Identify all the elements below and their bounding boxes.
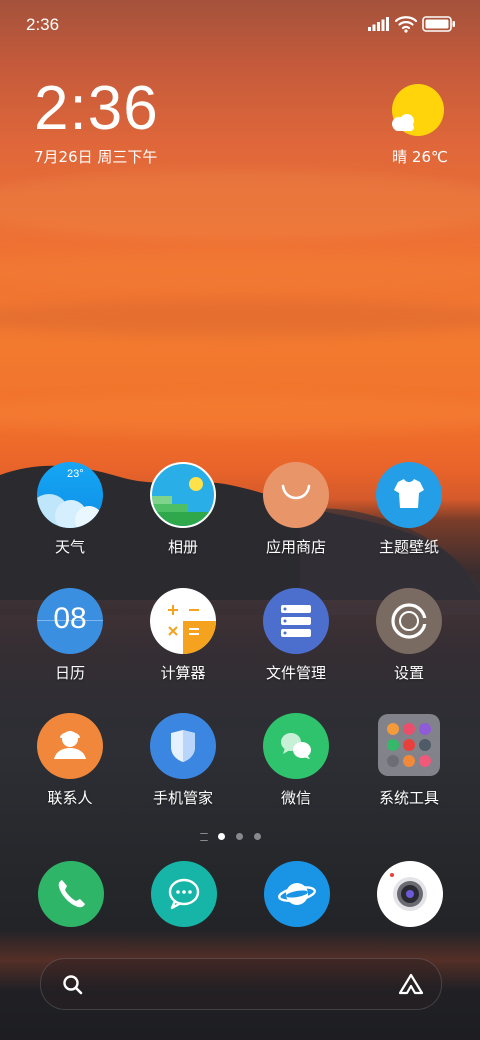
cloud-icon <box>392 114 414 131</box>
page-list-icon <box>200 833 208 841</box>
app-calendar[interactable]: 08 日历 <box>20 588 120 688</box>
settings-icon <box>376 588 442 654</box>
browser-icon <box>278 883 316 905</box>
weather-widget[interactable]: 晴 26℃ <box>380 84 460 174</box>
page-dot <box>254 833 261 840</box>
app-settings[interactable]: 设置 <box>359 588 459 688</box>
search-bar[interactable] <box>40 958 442 1010</box>
weather-text: 晴 26℃ <box>392 148 448 166</box>
app-label: 应用商店 <box>265 538 326 556</box>
weather-app-icon: 23° <box>37 462 103 528</box>
status-time: 2:36 <box>26 15 60 34</box>
page-indicator[interactable] <box>200 829 280 843</box>
wechat-icon <box>263 713 329 779</box>
app-label: 设置 <box>393 664 424 682</box>
assistant-icon[interactable] <box>397 972 425 996</box>
security-icon <box>150 713 216 779</box>
app-label: 计算器 <box>160 664 206 682</box>
dock-browser[interactable] <box>264 861 330 927</box>
clock-widget[interactable]: 2:36 7月26日 周三下午 <box>34 78 234 178</box>
search-icon[interactable] <box>61 973 85 997</box>
folder-icon <box>378 714 440 776</box>
app-label: 日历 <box>54 664 85 682</box>
page-dot <box>236 833 243 840</box>
app-label: 主题壁纸 <box>378 538 439 556</box>
wifi-icon <box>395 16 417 33</box>
gallery-icon <box>150 462 216 528</box>
signal-icon <box>368 17 389 31</box>
calculator-icon <box>150 588 216 654</box>
dock-messages[interactable] <box>151 861 217 927</box>
dock-phone[interactable] <box>38 861 104 927</box>
app-label: 手机管家 <box>152 789 213 807</box>
app-themes[interactable]: 主题壁纸 <box>359 462 459 562</box>
app-label: 系统工具 <box>378 789 439 807</box>
phone-icon <box>58 880 85 908</box>
battery-icon <box>422 16 455 32</box>
calendar-date: 08 <box>53 602 87 635</box>
messages-icon <box>168 878 200 910</box>
app-security[interactable]: 手机管家 <box>133 713 233 813</box>
app-calculator[interactable]: 计算器 <box>133 588 233 688</box>
app-file-manager[interactable]: 文件管理 <box>246 588 346 688</box>
file-manager-icon <box>263 588 329 654</box>
app-wechat[interactable]: 微信 <box>246 713 346 813</box>
app-store-icon <box>263 462 329 528</box>
app-contacts[interactable]: 联系人 <box>20 713 120 813</box>
contacts-icon <box>37 713 103 779</box>
clock-date: 7月26日 周三下午 <box>34 148 158 166</box>
app-gallery[interactable]: 相册 <box>133 462 233 562</box>
themes-icon <box>376 462 442 528</box>
calendar-icon: 08 <box>37 588 103 654</box>
dock-camera[interactable] <box>377 861 443 927</box>
app-label: 天气 <box>54 538 85 556</box>
app-store[interactable]: 应用商店 <box>246 462 346 562</box>
app-label: 联系人 <box>47 789 93 807</box>
camera-icon <box>390 873 427 911</box>
app-label: 微信 <box>280 789 311 807</box>
page-dot-active <box>218 833 225 840</box>
app-folder-system-tools[interactable]: 系统工具 <box>359 713 459 813</box>
app-weather[interactable]: 23° 天气 <box>20 462 120 562</box>
status-bar: 2:36 <box>0 0 480 50</box>
clock-time: 2:36 <box>34 74 159 143</box>
app-label: 文件管理 <box>265 664 326 682</box>
app-label: 相册 <box>167 538 198 556</box>
weather-app-temp: 23° <box>67 468 84 480</box>
